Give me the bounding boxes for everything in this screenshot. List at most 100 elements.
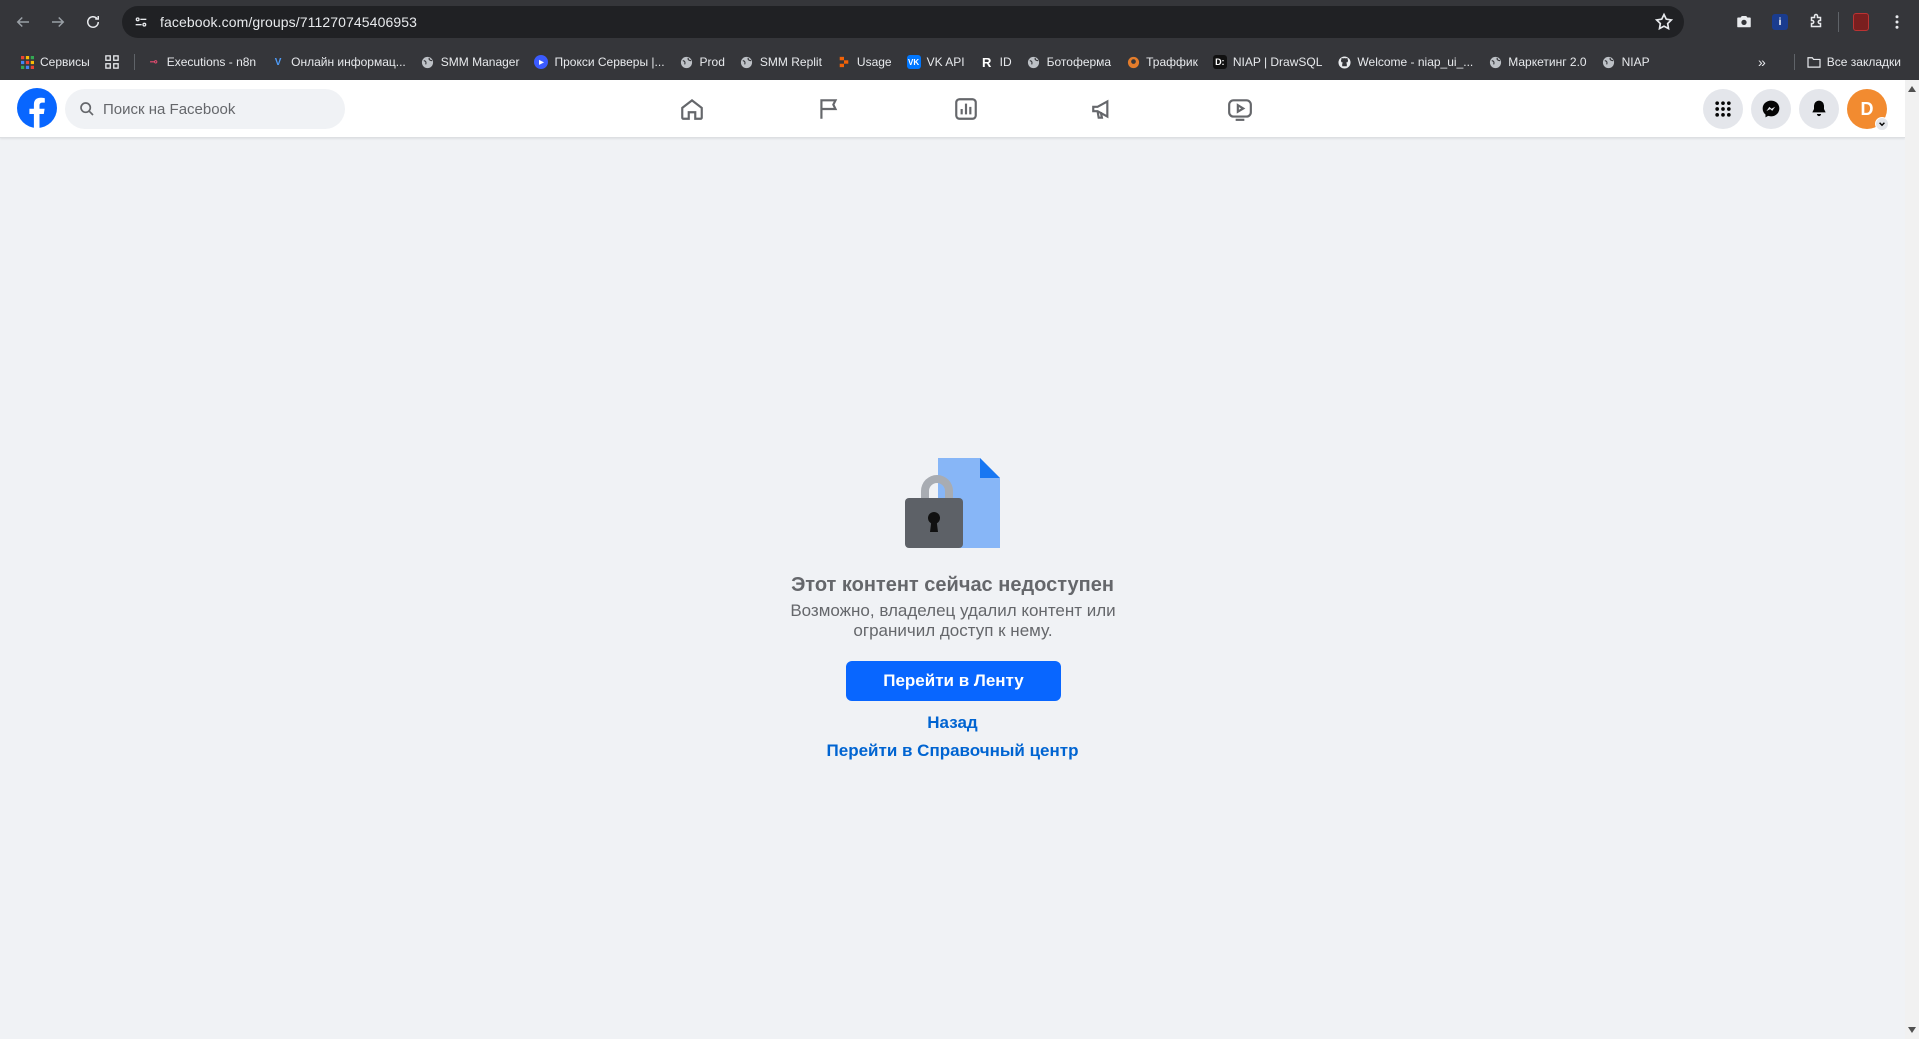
chrome-menu-icon[interactable] — [1879, 4, 1915, 40]
bookmark-usage[interactable]: Usage — [831, 48, 898, 76]
bookmark-niap[interactable]: NIAP — [1596, 48, 1656, 76]
bookmark-star-icon[interactable] — [1654, 12, 1674, 32]
page-scrollbar[interactable] — [1905, 80, 1919, 1039]
address-url[interactable]: facebook.com/groups/711270745406953 — [160, 14, 417, 30]
bookmark-proxy[interactable]: ▸ Прокси Серверы |... — [528, 48, 670, 76]
grid-menu-icon — [1715, 101, 1731, 117]
proxy-icon: ▸ — [534, 55, 549, 69]
v-icon: V — [274, 56, 282, 68]
scroll-up-arrow-icon[interactable] — [1908, 86, 1916, 92]
back-link[interactable]: Назад — [927, 713, 977, 732]
account-avatar[interactable]: D — [1847, 89, 1889, 131]
bookmark-services[interactable]: Сервисы — [14, 48, 96, 76]
bookmark-github-welcome[interactable]: Welcome - niap_ui_... — [1331, 48, 1479, 76]
address-bar[interactable]: facebook.com/groups/711270745406953 — [122, 6, 1684, 38]
video-icon — [1227, 99, 1252, 121]
replit-icon — [837, 55, 851, 69]
bookmark-vk-api[interactable]: VK VK API — [901, 48, 971, 76]
bookmark-id[interactable]: R ID — [974, 48, 1018, 76]
tab-pages[interactable] — [760, 80, 897, 138]
all-bookmarks-label: Все закладки — [1826, 55, 1901, 69]
bookmark-label: NIAP | DrawSQL — [1232, 55, 1323, 69]
bookmark-label: Прокси Серверы |... — [554, 55, 665, 69]
bookmark-label: VK API — [926, 55, 965, 69]
menu-grid-button[interactable] — [1703, 89, 1743, 129]
bookmark-botoferma[interactable]: Ботоферма — [1021, 48, 1117, 76]
bookmark-label: Executions - n8n — [166, 55, 257, 69]
extension-badge-icon[interactable]: i — [1762, 4, 1798, 40]
bookmark-separator — [1793, 54, 1795, 70]
bookmark-prod[interactable]: Prod — [674, 48, 731, 76]
globe-icon — [1488, 55, 1502, 69]
toolbar-actions: i — [1726, 0, 1919, 44]
bookmark-label: Маркетинг 2.0 — [1508, 55, 1587, 69]
bookmark-smm-replit[interactable]: SMM Replit — [734, 48, 828, 76]
facebook-header: D — [0, 80, 1905, 138]
facebook-header-actions: D — [1695, 89, 1889, 131]
bookmark-label: Prod — [699, 55, 725, 69]
reload-icon[interactable] — [76, 5, 110, 39]
tab-home[interactable] — [623, 80, 760, 138]
more-bookmarks-chevron-icon[interactable]: » — [1758, 54, 1766, 70]
messenger-icon — [1762, 100, 1780, 118]
bookmark-label: ID — [999, 55, 1012, 69]
drawsql-icon: D: — [1212, 55, 1227, 69]
facebook-logo-icon[interactable] — [17, 88, 57, 128]
globe-icon — [421, 55, 435, 69]
content-unavailable-page: Этот контент сейчас недоступен Возможно,… — [0, 138, 1905, 1039]
search-input[interactable] — [103, 100, 333, 118]
r-icon: R — [981, 54, 992, 70]
analytics-icon — [954, 98, 977, 120]
globe-icon — [1602, 55, 1616, 69]
facebook-nav-tabs — [623, 80, 1308, 138]
bookmark-traffic[interactable]: Траффик — [1120, 48, 1204, 76]
help-center-link[interactable]: Перейти в Справочный центр — [827, 741, 1079, 760]
extensions-puzzle-icon[interactable] — [1798, 4, 1834, 40]
forward-arrow-icon[interactable] — [41, 5, 75, 39]
screenshot-camera-icon[interactable] — [1726, 4, 1762, 40]
bookmark-label: Сервисы — [40, 55, 90, 69]
bookmark-online-info[interactable]: V Онлайн информац... — [265, 48, 412, 76]
bookmark-drawsql[interactable]: D: NIAP | DrawSQL — [1207, 48, 1329, 76]
bookmark-n8n[interactable]: ⊸ Executions - n8n — [141, 48, 262, 76]
apps-grid-icon — [20, 55, 34, 69]
tab-ads[interactable] — [1034, 80, 1171, 138]
globe-icon — [680, 55, 694, 69]
bookmarks-bar: Сервисы ⊸ Executions - n8n V Онлайн инфо… — [0, 44, 1919, 80]
search-icon — [80, 102, 94, 116]
scroll-down-arrow-icon[interactable] — [1908, 1027, 1916, 1033]
go-to-feed-button[interactable]: Перейти в Ленту — [846, 661, 1061, 701]
help-center-link-row: Перейти в Справочный центр — [0, 741, 1905, 761]
bookmarks-right: » Все закладки — [1758, 48, 1907, 76]
tab-insights[interactable] — [897, 80, 1034, 138]
globe-icon — [740, 55, 754, 69]
back-arrow-icon[interactable] — [6, 5, 40, 39]
profile-icon[interactable] — [1843, 4, 1879, 40]
bookmark-smm-manager[interactable]: SMM Manager — [415, 48, 526, 76]
bookmark-label: Онлайн информац... — [291, 55, 406, 69]
error-description: Возможно, владелец удалил контент или ог… — [790, 601, 1116, 640]
megaphone-icon — [1091, 99, 1108, 119]
notifications-button[interactable] — [1799, 89, 1839, 129]
bookmark-label: NIAP — [1621, 55, 1650, 69]
bookmark-separator — [133, 54, 135, 70]
avatar-initial: D — [1860, 98, 1874, 119]
messenger-button[interactable] — [1751, 89, 1791, 129]
chevron-down-icon[interactable] — [1875, 117, 1889, 131]
browser-toolbar: facebook.com/groups/711270745406953 i — [0, 0, 1919, 44]
tab-groups-icon[interactable] — [99, 48, 125, 76]
folder-icon — [1807, 55, 1821, 69]
bookmark-label: Траффик — [1146, 55, 1198, 69]
bookmark-label: SMM Replit — [759, 55, 822, 69]
facebook-search[interactable] — [65, 89, 345, 129]
github-icon — [1337, 55, 1351, 69]
bell-icon — [1812, 100, 1826, 117]
back-link-row: Назад — [0, 713, 1905, 733]
site-settings-icon[interactable] — [126, 7, 156, 37]
locked-content-icon — [905, 458, 1000, 548]
tab-video[interactable] — [1171, 80, 1308, 138]
bookmark-label: Usage — [856, 55, 892, 69]
all-bookmarks-button[interactable]: Все закладки — [1801, 48, 1907, 76]
bookmark-marketing[interactable]: Маркетинг 2.0 — [1482, 48, 1592, 76]
globe-icon — [1027, 55, 1041, 69]
